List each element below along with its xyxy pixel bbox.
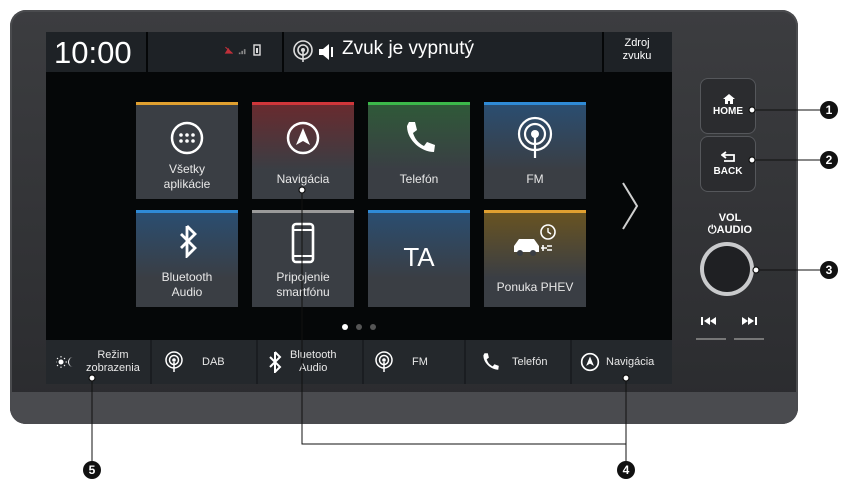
callout-badge: 1 — [820, 101, 838, 119]
callout-badge: 4 — [617, 461, 635, 479]
callout-badge: 3 — [820, 261, 838, 279]
callout-lines — [88, 106, 822, 464]
callout-badge: 5 — [83, 461, 101, 479]
callout-badge: 2 — [820, 151, 838, 169]
